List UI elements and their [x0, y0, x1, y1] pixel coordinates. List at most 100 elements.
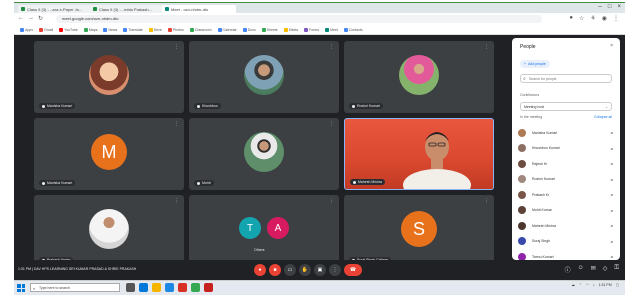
participant-list-item[interactable]: Khushboo Kumari ⌀ — [518, 141, 616, 157]
bookmark[interactable]: Calendar — [217, 27, 237, 32]
active-speaker-tile[interactable]: ⋮ Mahesh Mishra — [344, 118, 494, 190]
browser-tab-active[interactable]: Meet - ozn-nhdm-dto — [162, 5, 236, 13]
add-people-button[interactable]: + Add people — [520, 60, 550, 68]
network-icon[interactable]: ◠ — [586, 283, 589, 287]
contributors-dropdown[interactable]: Meeting host ⌄ — [520, 102, 612, 111]
raise-hand-button[interactable]: ✋ — [299, 264, 311, 276]
mic-off-icon[interactable]: ⌀ — [611, 192, 613, 197]
bookmark[interactable]: Contacts — [343, 27, 363, 32]
participant-list-item[interactable]: Rajesh Kr ⌀ — [518, 156, 616, 172]
participant-tile[interactable]: M ⋮ Manisha Kumari — [34, 118, 184, 190]
participant-list-item[interactable]: Roshni Kumari ⌀ — [518, 172, 616, 188]
bookmark[interactable]: YouTube — [59, 27, 78, 32]
bookmark[interactable]: Maps — [83, 27, 97, 32]
more-options-icon[interactable]: ⋮ — [329, 121, 334, 127]
task-view-icon[interactable] — [126, 283, 135, 292]
profile-icon[interactable]: ◉ — [602, 15, 607, 22]
more-options-icon[interactable]: ⋮ — [484, 44, 489, 50]
bookmark[interactable]: News — [103, 27, 117, 32]
camera-indicator-icon[interactable]: ● — [569, 15, 573, 22]
participant-tile-others[interactable]: T A ⋮ Others — [189, 195, 339, 267]
chrome-icon[interactable] — [191, 283, 200, 292]
participant-tile[interactable]: ⋮ Roshni Kumari — [344, 41, 494, 113]
reload-icon[interactable]: ↻ — [38, 15, 43, 22]
mic-off-icon[interactable]: ⌀ — [611, 161, 613, 166]
notifications-icon[interactable]: ▢ — [616, 283, 619, 287]
weather-icon[interactable]: ☁ — [571, 283, 575, 287]
participant-tile[interactable]: ⋮ Mohit — [189, 118, 339, 190]
taskbar-search-input[interactable]: ⌕ Type here to search — [30, 283, 120, 292]
close-icon[interactable]: × — [610, 43, 613, 49]
mic-off-icon[interactable]: ⌀ — [611, 254, 613, 259]
more-options-icon[interactable]: ⋮ — [329, 44, 334, 50]
bookmark-label: Drive — [153, 27, 162, 32]
present-button[interactable]: ▣ — [314, 264, 326, 276]
mail-icon[interactable] — [178, 283, 187, 292]
participant-tile[interactable]: ⋮ Khushboo — [189, 41, 339, 113]
store-icon[interactable] — [165, 283, 174, 292]
forward-icon[interactable]: → — [28, 15, 34, 21]
chat-icon[interactable]: ✉ — [591, 265, 596, 274]
participant-tile[interactable]: ⋮ Prakash Yadav — [34, 195, 184, 267]
more-options-icon[interactable]: ⋮ — [174, 44, 179, 50]
mic-off-icon[interactable]: ⌀ — [611, 177, 613, 182]
participant-list-item[interactable]: Manisha Kumari ⌀ — [518, 125, 616, 141]
more-options-icon[interactable]: ⋮ — [174, 198, 179, 204]
volume-icon[interactable]: ♪ — [593, 283, 595, 287]
mic-off-icon[interactable]: ⌀ — [611, 239, 613, 244]
more-options-icon[interactable]: ⋮ — [329, 198, 334, 204]
close-icon[interactable]: × — [617, 4, 621, 10]
camera-button[interactable]: ■ — [269, 264, 281, 276]
more-options-icon[interactable]: ⋮ — [174, 121, 179, 127]
mic-button[interactable]: ● — [254, 264, 266, 276]
bookmark[interactable]: Forms — [304, 27, 319, 32]
extensions-icon[interactable]: ⚘ — [590, 15, 595, 22]
back-icon[interactable]: ← — [18, 15, 24, 21]
browser-tab[interactable]: Class 9 (3) - ..mbla Prakash... — [90, 5, 164, 13]
activities-icon[interactable]: ◇ — [603, 265, 608, 274]
app-icon[interactable] — [204, 283, 213, 292]
browser-tab[interactable]: Class 9 (3) - ..zza e-Paper Jo... — [18, 5, 92, 13]
mic-off-icon[interactable]: ⌀ — [611, 146, 613, 151]
minimize-icon[interactable]: – — [599, 4, 602, 10]
info-icon[interactable]: ⓘ — [565, 265, 571, 274]
bookmark[interactable]: Slides — [283, 27, 298, 32]
captions-button[interactable]: ▭ — [284, 264, 296, 276]
mic-off-icon[interactable]: ⌀ — [611, 223, 613, 228]
clock[interactable]: 1:31 PM — [599, 283, 612, 287]
maximize-icon[interactable]: □ — [608, 4, 612, 10]
mic-off-icon[interactable]: ⌀ — [611, 208, 613, 213]
lock-icon[interactable]: ⚿ — [614, 265, 619, 274]
end-call-button[interactable]: ☎ — [344, 264, 362, 276]
star-icon[interactable]: ☆ — [579, 15, 584, 22]
edge-icon[interactable] — [139, 283, 148, 292]
collapse-all-link[interactable]: Collapse all — [594, 115, 612, 119]
participant-tile[interactable]: S ⋮ Suraj Singh College — [344, 195, 494, 267]
search-people-input[interactable]: ⌕ Search for people — [520, 74, 612, 83]
participant-list-item[interactable]: Mohit Kumar ⌀ — [518, 203, 616, 219]
more-options-button[interactable]: ⋮ — [329, 264, 341, 276]
bookmark[interactable]: Docs — [242, 27, 256, 32]
menu-icon[interactable]: ⋮ — [613, 15, 619, 22]
chevron-up-icon[interactable]: ⌃ — [579, 283, 582, 287]
windows-start-icon[interactable] — [17, 284, 25, 292]
file-explorer-icon[interactable] — [152, 283, 161, 292]
bookmark[interactable]: Apps — [20, 27, 33, 32]
bookmark[interactable]: Translate — [123, 27, 143, 32]
participant-list-item[interactable]: Prakash Kr ⌀ — [518, 187, 616, 203]
bookmark[interactable]: Meet — [325, 27, 338, 32]
participant-list-item[interactable]: Mahesh Mishra ⌀ — [518, 218, 616, 234]
people-icon[interactable]: ☺ — [578, 265, 584, 274]
mic-off-icon — [352, 104, 355, 108]
participant-list-item[interactable]: Tannu Kumari ⌀ — [518, 249, 616, 260]
bookmark[interactable]: Drive — [148, 27, 162, 32]
mic-off-icon[interactable]: ⌀ — [611, 130, 613, 135]
bookmark[interactable]: Sheets — [261, 27, 278, 32]
bookmark[interactable]: Gmail — [38, 27, 53, 32]
url-field[interactable]: meet.google.com/ozn-nhdm-dto — [56, 15, 542, 23]
participant-list-item[interactable]: Suraj Singh ⌀ — [518, 234, 616, 250]
participant-tile[interactable]: ⋮ Manisha Kumari — [34, 41, 184, 113]
more-options-icon[interactable]: ⋮ — [484, 198, 489, 204]
bookmark[interactable]: Photos — [167, 27, 184, 32]
bookmark[interactable]: Classroom — [189, 27, 212, 32]
